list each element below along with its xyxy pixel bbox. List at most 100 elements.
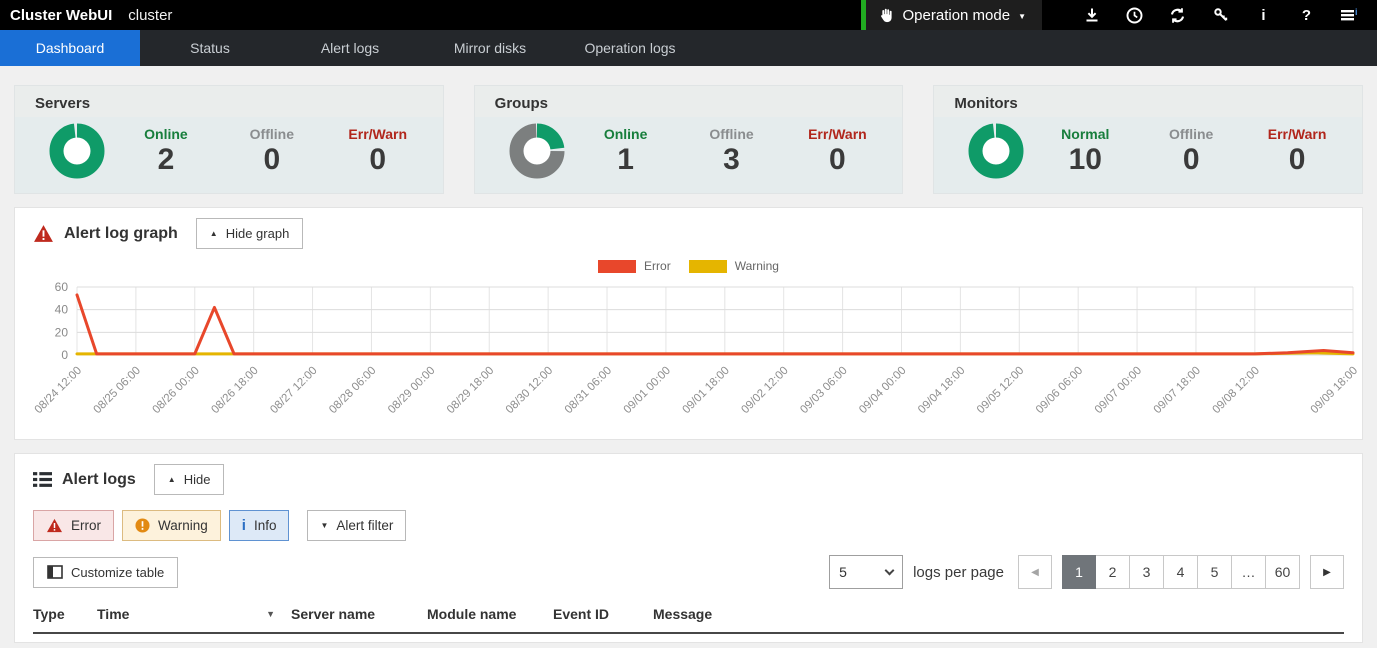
error-filter-button[interactable]: Error: [33, 510, 114, 541]
svg-text:09/04 18:00: 09/04 18:00: [916, 365, 967, 416]
legend-warning: Warning: [689, 259, 779, 273]
hide-graph-button[interactable]: ▲ Hide graph: [196, 218, 304, 249]
svg-text:09/09 18:00: 09/09 18:00: [1309, 365, 1359, 416]
card-title: Monitors: [934, 86, 1362, 117]
svg-text:09/08 12:00: 09/08 12:00: [1211, 365, 1262, 416]
alert-log-graph-panel: Alert log graph ▲ Hide graph Error Warni…: [14, 207, 1363, 440]
card-title: Servers: [15, 86, 443, 117]
key-icon[interactable]: [1199, 0, 1242, 30]
card-title: Groups: [475, 86, 903, 117]
list-icon: [33, 471, 52, 488]
card-groups: Groups Online 1 Offline 3 Err/Warn 0: [474, 85, 904, 194]
hand-icon: [878, 7, 895, 24]
tab-status[interactable]: Status: [140, 30, 280, 66]
stat-online: Online 1: [573, 126, 679, 177]
cluster-name: cluster: [128, 7, 172, 24]
svg-text:0: 0: [61, 348, 68, 362]
page-button-60[interactable]: 60: [1266, 555, 1300, 589]
error-triangle-icon: [46, 518, 63, 533]
page-button-5[interactable]: 5: [1198, 555, 1232, 589]
stat-offline: Offline 0: [219, 126, 325, 177]
svg-text:20: 20: [55, 325, 69, 339]
stat-offline: Offline 0: [1138, 126, 1244, 177]
svg-text:60: 60: [55, 280, 69, 294]
svg-text:i: i: [1355, 7, 1358, 17]
logs-per-page-label: logs per page: [913, 564, 1004, 581]
warning-filter-button[interactable]: Warning: [122, 510, 221, 541]
hide-logs-button[interactable]: ▲ Hide: [154, 464, 225, 495]
operation-mode-label: Operation mode: [903, 7, 1011, 24]
previous-page-button[interactable]: ◀: [1018, 555, 1052, 589]
columns-icon: [47, 565, 63, 579]
alert-filter-row: Error Warning i Info ▼ Alert filter: [33, 510, 1344, 541]
alert-log-line-chart: 08/24 12:0008/25 06:0008/26 00:0008/26 1…: [33, 273, 1359, 431]
tab-mirror-disks[interactable]: Mirror disks: [420, 30, 560, 66]
page-button-3[interactable]: 3: [1130, 555, 1164, 589]
svg-text:09/07 18:00: 09/07 18:00: [1152, 365, 1203, 416]
page-button-4[interactable]: 4: [1164, 555, 1198, 589]
column-header-event-id[interactable]: Event ID: [553, 606, 653, 622]
info-icon: i: [242, 518, 246, 533]
column-header-time[interactable]: Time ▼: [97, 606, 291, 622]
svg-text:09/05 12:00: 09/05 12:00: [975, 365, 1026, 416]
next-page-button[interactable]: ▶: [1310, 555, 1344, 589]
alert-filter-button[interactable]: ▼ Alert filter: [307, 510, 406, 541]
help-icon[interactable]: ?: [1285, 0, 1328, 30]
column-header-module-name[interactable]: Module name: [427, 606, 553, 622]
svg-text:09/01 00:00: 09/01 00:00: [622, 365, 673, 416]
logs-panel-title: Alert logs: [62, 471, 136, 489]
svg-text:09/01 18:00: 09/01 18:00: [680, 365, 731, 416]
refresh-icon[interactable]: [1156, 0, 1199, 30]
operation-mode-dropdown[interactable]: Operation mode ▼: [861, 0, 1043, 30]
logs-per-page-select[interactable]: 5: [829, 555, 903, 589]
svg-text:08/29 18:00: 08/29 18:00: [445, 365, 496, 416]
svg-text:08/30 12:00: 08/30 12:00: [504, 365, 555, 416]
svg-text:08/29 00:00: 08/29 00:00: [386, 365, 437, 416]
svg-text:08/27 12:00: 08/27 12:00: [268, 365, 319, 416]
svg-text:09/04 00:00: 09/04 00:00: [857, 365, 908, 416]
mode-indicator-bar: [861, 0, 866, 30]
monitors-donut-chart: [968, 123, 1024, 179]
alert-logs-panel: Alert logs ▲ Hide Error Warning i Info ▼…: [14, 453, 1363, 643]
card-servers: Servers Online 2 Offline 0 Err/Warn 0: [14, 85, 444, 194]
svg-text:09/03 06:00: 09/03 06:00: [798, 365, 849, 416]
info-filter-button[interactable]: i Info: [229, 510, 290, 541]
tab-alert-logs[interactable]: Alert logs: [280, 30, 420, 66]
svg-text:40: 40: [55, 303, 69, 317]
column-header-message[interactable]: Message: [653, 606, 1344, 622]
stat-errwarn: Err/Warn 0: [1244, 126, 1350, 177]
column-header-type[interactable]: Type: [33, 606, 97, 622]
graph-panel-title: Alert log graph: [64, 225, 178, 243]
svg-text:08/26 00:00: 08/26 00:00: [150, 365, 201, 416]
column-header-server-name[interactable]: Server name: [291, 606, 427, 622]
svg-text:09/02 12:00: 09/02 12:00: [739, 365, 790, 416]
tab-dashboard[interactable]: Dashboard: [0, 30, 140, 66]
summary-cards-row: Servers Online 2 Offline 0 Err/Warn 0: [14, 85, 1363, 194]
svg-text:09/06 06:00: 09/06 06:00: [1034, 365, 1085, 416]
page-button-1[interactable]: 1: [1062, 555, 1096, 589]
stat-normal: Normal 10: [1032, 126, 1138, 177]
topbar-icon-strip: i ? i: [1070, 0, 1377, 30]
error-triangle-icon: [33, 224, 54, 243]
chevron-down-icon: [885, 565, 895, 575]
list-info-icon[interactable]: i: [1328, 0, 1371, 30]
warning-circle-icon: [135, 518, 150, 533]
svg-text:08/28 06:00: 08/28 06:00: [327, 365, 378, 416]
page-button-2[interactable]: 2: [1096, 555, 1130, 589]
stat-offline: Offline 3: [679, 126, 785, 177]
svg-text:08/24 12:00: 08/24 12:00: [33, 365, 84, 416]
svg-text:08/31 06:00: 08/31 06:00: [563, 365, 614, 416]
error-swatch: [598, 260, 636, 273]
page-ellipsis: …: [1232, 555, 1266, 589]
alert-logs-table-header: Type Time ▼ Server name Module name Even…: [33, 606, 1344, 634]
clock-icon[interactable]: [1113, 0, 1156, 30]
stat-online: Online 2: [113, 126, 219, 177]
customize-table-button[interactable]: Customize table: [33, 557, 178, 588]
tab-operation-logs[interactable]: Operation logs: [560, 30, 700, 66]
info-icon[interactable]: i: [1242, 0, 1285, 30]
chevron-down-icon: ▼: [1018, 12, 1026, 21]
warning-swatch: [689, 260, 727, 273]
legend-error: Error: [598, 259, 671, 273]
pagination: 5 logs per page ◀ 1 2 3 4 5 … 60 ▶: [829, 555, 1344, 589]
download-icon[interactable]: [1070, 0, 1113, 30]
